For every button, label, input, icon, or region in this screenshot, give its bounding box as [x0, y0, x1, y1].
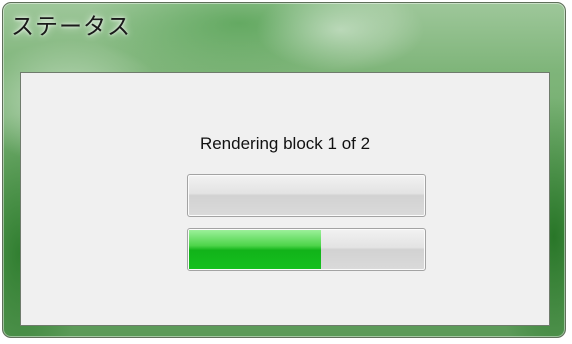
block-progress-bar — [187, 174, 426, 217]
overall-progress-fill — [189, 230, 321, 269]
overall-progress-bar — [187, 228, 426, 271]
status-window: ステータス Rendering block 1 of 2 — [2, 2, 566, 338]
dialog-content: Rendering block 1 of 2 — [20, 72, 550, 326]
status-message: Rendering block 1 of 2 — [199, 134, 371, 153]
title-bar[interactable]: ステータス — [3, 3, 565, 47]
window-title: ステータス — [11, 14, 131, 40]
